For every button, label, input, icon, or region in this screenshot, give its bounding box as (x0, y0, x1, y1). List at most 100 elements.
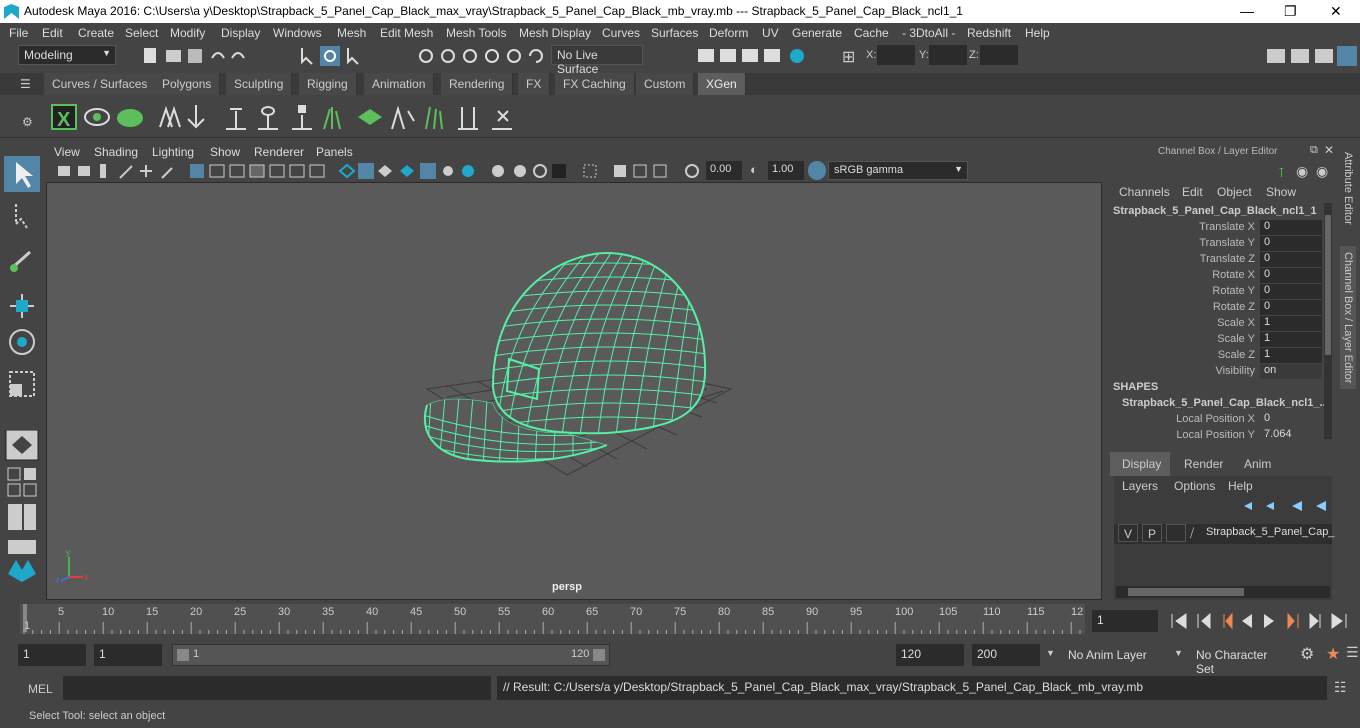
tab-anim[interactable]: Anim (1234, 457, 1281, 471)
script-type-label[interactable]: MEL (28, 682, 53, 696)
tab-custom[interactable]: Custom (636, 73, 695, 95)
channel-tool2-icon[interactable]: ◉ (1316, 163, 1328, 180)
auto-key-icon[interactable]: ★ (1326, 644, 1340, 664)
cb-edit-menu[interactable]: Edit (1182, 185, 1203, 199)
menu-redshift[interactable]: Redshift (967, 26, 1011, 40)
perspective-viewport[interactable]: y x z persp (46, 182, 1102, 600)
tab-render[interactable]: Render (1174, 457, 1233, 471)
script-editor-icon[interactable]: ☷ (1334, 679, 1347, 696)
range-slider[interactable]: 1 120 (172, 644, 610, 666)
select-tool-button[interactable] (4, 156, 40, 192)
menu-mesh[interactable]: Mesh (337, 26, 366, 40)
transform-tool-icons[interactable] (4, 198, 40, 418)
vp-menu-view[interactable]: View (54, 145, 80, 159)
cap-wireframe[interactable]: y x z (47, 183, 1101, 599)
layer-scrollbar[interactable] (1116, 586, 1330, 598)
vp-menu-renderer[interactable]: Renderer (254, 145, 304, 159)
close-icon[interactable]: ✕ (1330, 3, 1342, 20)
render-icons[interactable] (696, 46, 812, 66)
close-icon[interactable]: ✕ (1324, 143, 1334, 157)
time-slider[interactable]: 1 5 10 15 20 25 30 35 40 45 50 55 60 65 … (20, 604, 1085, 634)
current-frame-field[interactable]: 1 (1092, 610, 1158, 632)
attr-value[interactable]: 0 (1260, 412, 1322, 427)
le-help-menu[interactable]: Help (1228, 479, 1253, 493)
tab-sculpting[interactable]: Sculpting (226, 73, 293, 95)
menu-generate[interactable]: Generate (792, 26, 842, 40)
channel-tool-icon[interactable]: ◉ (1296, 163, 1308, 180)
exposure-field[interactable]: 0.00 (706, 161, 742, 180)
file-tools-icons[interactable] (140, 46, 255, 66)
menu-uv[interactable]: UV (762, 26, 779, 40)
mode-selector[interactable]: Modeling ▼ (18, 45, 116, 65)
xgen-shelf-icons[interactable]: X (48, 101, 528, 133)
attr-value[interactable]: 0 (1260, 268, 1322, 283)
float-icon[interactable]: ⧉ (1310, 144, 1318, 157)
attr-value[interactable]: 0 (1260, 220, 1322, 235)
attr-value[interactable]: on (1260, 364, 1322, 379)
attr-value[interactable]: 1 (1260, 316, 1322, 331)
menu-mesh-tools[interactable]: Mesh Tools (446, 26, 506, 40)
tab-rendering[interactable]: Rendering (441, 73, 514, 95)
gamma-field[interactable]: 1.00 (768, 161, 804, 180)
viewport-tool-icons[interactable] (54, 162, 706, 180)
attr-value[interactable]: 0 (1260, 252, 1322, 267)
attr-value[interactable]: 0 (1260, 284, 1322, 299)
tab-polygons[interactable]: Polygons (154, 73, 221, 95)
command-input[interactable] (63, 676, 491, 700)
menu-windows[interactable]: Windows (273, 26, 322, 40)
tab-rigging[interactable]: Rigging (299, 73, 357, 95)
menu-modify[interactable]: Modify (170, 26, 205, 40)
menu-cache[interactable]: Cache (854, 26, 889, 40)
menu-surfaces[interactable]: Surfaces (651, 26, 698, 40)
shelf-settings-icon[interactable]: ⚙ (22, 115, 33, 129)
layer-playback-toggle[interactable]: P (1142, 524, 1162, 542)
tab-display[interactable]: Display (1110, 452, 1170, 476)
layer-display-type[interactable] (1166, 524, 1186, 542)
axis-icon[interactable]: ⊺ (1278, 165, 1285, 181)
tab-animation[interactable]: Animation (364, 73, 435, 95)
cb-object-menu[interactable]: Object (1217, 185, 1252, 199)
selection-mask-icons[interactable] (298, 46, 548, 66)
menu-display[interactable]: Display (221, 26, 260, 40)
chevron-down-icon[interactable]: ▼ (1046, 648, 1055, 658)
colorspace-selector[interactable]: sRGB gamma ▼ (828, 161, 968, 180)
menu-edit-mesh[interactable]: Edit Mesh (380, 26, 433, 40)
menu-edit[interactable]: Edit (42, 26, 63, 40)
attr-value[interactable]: 7.064 (1260, 428, 1322, 443)
maximize-icon[interactable]: ❐ (1284, 3, 1297, 20)
menu-file[interactable]: File (9, 26, 28, 40)
shelf-menu-icon[interactable]: ☰ (20, 77, 31, 91)
shape-name[interactable]: Strapback_5_Panel_Cap_Black_ncl1_... (1122, 397, 1329, 409)
workspace-icons[interactable] (1265, 45, 1357, 67)
playback-controls[interactable] (1168, 612, 1358, 630)
options-menu[interactable]: Options (1174, 479, 1215, 493)
tab-attribute-editor[interactable]: Attribute Editor (1342, 152, 1354, 225)
playback-start-field[interactable]: 1 (94, 644, 162, 666)
menu-mesh-display[interactable]: Mesh Display (519, 26, 591, 40)
layer-visibility-toggle[interactable]: V (1118, 524, 1138, 542)
tab-channel-box-layer-editor[interactable]: Channel Box / Layer Editor (1340, 246, 1356, 390)
menu-deform[interactable]: Deform (709, 26, 748, 40)
vp-menu-show[interactable]: Show (210, 145, 240, 159)
key-icon[interactable]: ⚙ (1300, 644, 1314, 664)
live-surface-field[interactable]: No Live Surface (551, 45, 643, 76)
x-field[interactable] (877, 45, 915, 65)
attr-value[interactable]: 0 (1260, 300, 1322, 315)
anim-end-field[interactable]: 200 (972, 644, 1040, 666)
tab-xgen[interactable]: XGen (698, 73, 746, 95)
y-field[interactable] (929, 45, 967, 65)
colorspace-toggle-icon[interactable] (808, 161, 826, 180)
anim-start-field[interactable]: 1 (18, 644, 86, 666)
transform-mode-icon[interactable]: ⊞ (842, 47, 855, 67)
attr-value[interactable]: 1 (1260, 348, 1322, 363)
channels-menu[interactable]: Channels (1119, 185, 1170, 199)
minimize-icon[interactable]: — (1240, 3, 1254, 19)
chevron-down-icon[interactable]: ▼ (1174, 648, 1183, 658)
layer-row[interactable]: V P ⧸ Strapback_5_Panel_Cap_ (1114, 524, 1334, 544)
layout-icons[interactable] (4, 430, 40, 600)
vp-menu-lighting[interactable]: Lighting (152, 145, 194, 159)
character-set-selector[interactable]: No Character Set (1188, 644, 1292, 676)
attr-value[interactable]: 0 (1260, 236, 1322, 251)
attr-value[interactable]: 1 (1260, 332, 1322, 347)
layer-name[interactable]: Strapback_5_Panel_Cap_ (1206, 526, 1334, 538)
